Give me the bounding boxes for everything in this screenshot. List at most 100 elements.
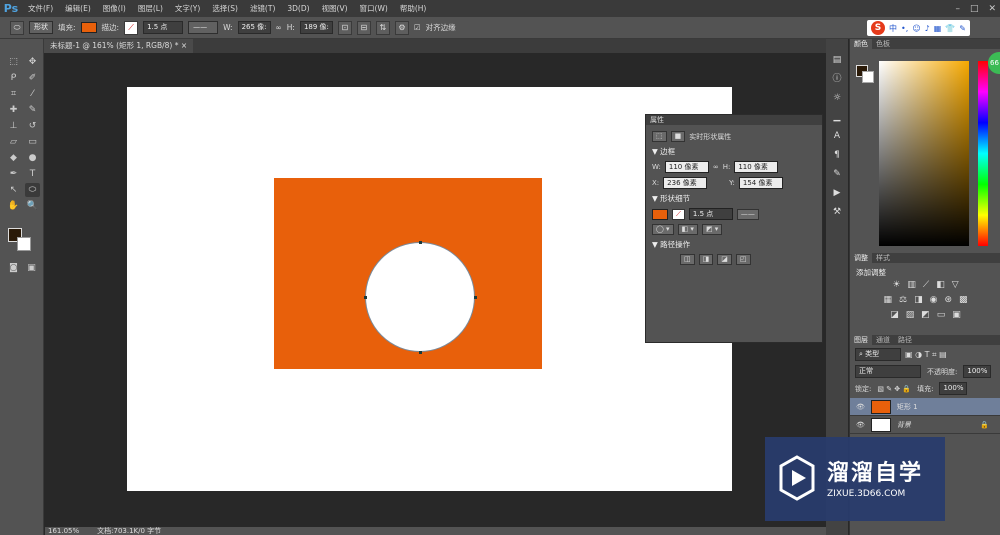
close-button[interactable]: ✕ xyxy=(988,4,996,14)
color-panel-background[interactable] xyxy=(862,71,874,83)
curves-icon[interactable]: ⟋ xyxy=(923,280,929,290)
menu-image[interactable]: 图像(I) xyxy=(97,3,132,14)
quick-select-tool-icon[interactable]: ✐ xyxy=(25,71,40,85)
paragraph-icon[interactable]: ¶ xyxy=(830,148,844,162)
brush-tool-icon[interactable]: ✎ xyxy=(25,103,40,117)
opacity-field[interactable]: 100% xyxy=(963,365,992,378)
brightness-contrast-icon[interactable]: ☀ xyxy=(892,280,900,290)
maximize-button[interactable]: □ xyxy=(970,4,979,14)
tab-layers[interactable]: 图层 xyxy=(850,335,872,345)
color-picker-field[interactable] xyxy=(879,61,969,246)
bounds-section-title[interactable]: ▼ 边框 xyxy=(646,146,822,157)
menu-select[interactable]: 选择(S) xyxy=(206,3,244,14)
eraser-tool-icon[interactable]: ▱ xyxy=(6,135,21,149)
stroke-width-field[interactable]: 1.5 点 xyxy=(143,21,184,34)
menu-edit[interactable]: 编辑(E) xyxy=(59,3,97,14)
info-icon[interactable]: ⓘ xyxy=(830,72,844,86)
ime-keyboard-icon[interactable]: ▦ xyxy=(934,24,942,33)
tab-adjustments[interactable]: 调整 xyxy=(850,253,872,263)
menu-type[interactable]: 文字(Y) xyxy=(169,3,206,14)
lasso-tool-icon[interactable]: ᑭ xyxy=(6,71,21,85)
hue-slider[interactable] xyxy=(978,61,988,246)
ime-skin-icon[interactable]: 👕 xyxy=(945,24,955,33)
crop-tool-icon[interactable]: ⌗ xyxy=(6,87,21,101)
menu-view[interactable]: 视图(V) xyxy=(316,3,354,14)
height-field[interactable]: 189 像: xyxy=(299,21,333,34)
tab-color[interactable]: 颜色 xyxy=(850,39,872,49)
path-alignment-icon[interactable]: ⊟ xyxy=(356,20,371,35)
layer-row-background[interactable]: 👁 背景 🔒 xyxy=(850,416,1000,434)
stroke-align-select[interactable]: ◯ ▾ xyxy=(652,224,674,235)
brush-presets-icon[interactable]: ✎ xyxy=(830,167,844,181)
history-brush-tool-icon[interactable]: ↺ xyxy=(25,119,40,133)
hue-saturation-icon[interactable]: ▦ xyxy=(883,295,892,305)
document-tab[interactable]: 未标题-1 @ 161% (矩形 1, RGB/8) * × xyxy=(44,39,194,53)
pen-tool-icon[interactable]: ✒ xyxy=(6,167,21,181)
document-canvas[interactable] xyxy=(127,87,732,491)
properties-panel-header[interactable]: 属性 xyxy=(646,115,822,125)
move-tool-icon[interactable]: ✥ xyxy=(25,55,40,69)
menu-file[interactable]: 文件(F) xyxy=(22,3,59,14)
props-stroke-type[interactable]: —— xyxy=(736,208,759,220)
brightness-icon[interactable]: ☼ xyxy=(830,91,844,105)
props-y-field[interactable]: 154 像素 xyxy=(738,177,783,189)
layer-filter-icons[interactable]: ▣ ◑ T ⌗ ▤ xyxy=(905,350,947,360)
blur-tool-icon[interactable]: ◆ xyxy=(6,151,21,165)
path-select-tool-icon[interactable]: ↖ xyxy=(6,183,21,197)
background-color-swatch[interactable] xyxy=(17,237,31,251)
visibility-eye-icon[interactable]: 👁 xyxy=(856,421,865,429)
white-ellipse-shape[interactable] xyxy=(365,242,475,352)
props-x-field[interactable]: 236 像素 xyxy=(663,177,708,189)
histogram-icon[interactable]: ▁ xyxy=(830,110,844,124)
lock-icons[interactable]: ▧ ✎ ✥ 🔒 xyxy=(877,385,911,393)
clone-stamp-tool-icon[interactable]: ⊥ xyxy=(6,119,21,133)
minimize-button[interactable]: – xyxy=(955,4,960,14)
tab-paths[interactable]: 路径 xyxy=(894,335,916,345)
mask-icon[interactable]: ⬚ xyxy=(652,131,667,142)
layer-row-shape[interactable]: 👁 矩形 1 xyxy=(850,398,1000,416)
fill-color-swatch[interactable] xyxy=(80,22,97,33)
layer-filter-select[interactable]: ⌕ 类型 xyxy=(855,348,901,361)
visibility-eye-icon[interactable]: 👁 xyxy=(856,403,865,411)
ime-voice-icon[interactable]: ♪ xyxy=(925,24,930,33)
zoom-level[interactable]: 161.05% xyxy=(48,527,79,535)
ellipse-tool-icon[interactable]: ⬭ xyxy=(25,183,40,197)
fill-field[interactable]: 100% xyxy=(939,382,968,395)
ime-chinese-toggle[interactable]: 中 xyxy=(889,23,897,34)
props-link-icon[interactable]: ∞ xyxy=(713,163,719,171)
intersect-shape-icon[interactable]: ◪ xyxy=(717,254,732,265)
tab-channels[interactable]: 通道 xyxy=(872,335,894,345)
shape-section-title[interactable]: ▼ 形状细节 xyxy=(646,193,822,204)
posterize-icon[interactable]: ▨ xyxy=(906,310,915,320)
anchor-point-left[interactable] xyxy=(364,296,367,299)
channel-mixer-icon[interactable]: ⊛ xyxy=(944,295,952,305)
stroke-corners-select[interactable]: ◩ ▾ xyxy=(701,224,723,235)
ime-punct-icon[interactable]: •, xyxy=(901,24,908,33)
character-icon[interactable]: A xyxy=(830,129,844,143)
path-arrange-icon[interactable]: ⇅ xyxy=(375,20,390,35)
type-tool-icon[interactable]: T xyxy=(25,167,40,181)
black-white-icon[interactable]: ◨ xyxy=(914,295,923,305)
link-icon[interactable]: ∞ xyxy=(276,23,282,32)
anchor-point-bottom[interactable] xyxy=(419,351,422,354)
menu-window[interactable]: 窗口(W) xyxy=(354,3,394,14)
exclude-shape-icon[interactable]: ◰ xyxy=(735,254,751,265)
subtract-shape-icon[interactable]: ◨ xyxy=(698,254,714,265)
actions-icon[interactable]: ▶ xyxy=(830,186,844,200)
color-lookup-icon[interactable]: ▩ xyxy=(959,295,968,305)
tool-presets-icon[interactable]: ⚒ xyxy=(830,205,844,219)
ime-emoji-icon[interactable]: ☺ xyxy=(912,24,920,33)
props-stroke-swatch[interactable]: ⟋ xyxy=(672,208,685,220)
path-section-title[interactable]: ▼ 路径操作 xyxy=(646,239,822,250)
menu-help[interactable]: 帮助(H) xyxy=(394,3,433,14)
document-tab-close[interactable]: × xyxy=(181,41,187,50)
levels-icon[interactable]: ▥ xyxy=(907,280,916,290)
gear-icon[interactable]: ⚙ xyxy=(394,20,409,35)
dodge-tool-icon[interactable]: ● xyxy=(25,151,40,165)
anchor-point-right[interactable] xyxy=(474,296,477,299)
props-height-field[interactable]: 110 像素 xyxy=(734,161,779,173)
gradient-tool-icon[interactable]: ▭ xyxy=(25,135,40,149)
invert-icon[interactable]: ◪ xyxy=(890,310,899,320)
marquee-tool-icon[interactable]: ⬚ xyxy=(6,55,21,69)
screen-mode-icon[interactable]: ▣ xyxy=(24,261,39,275)
